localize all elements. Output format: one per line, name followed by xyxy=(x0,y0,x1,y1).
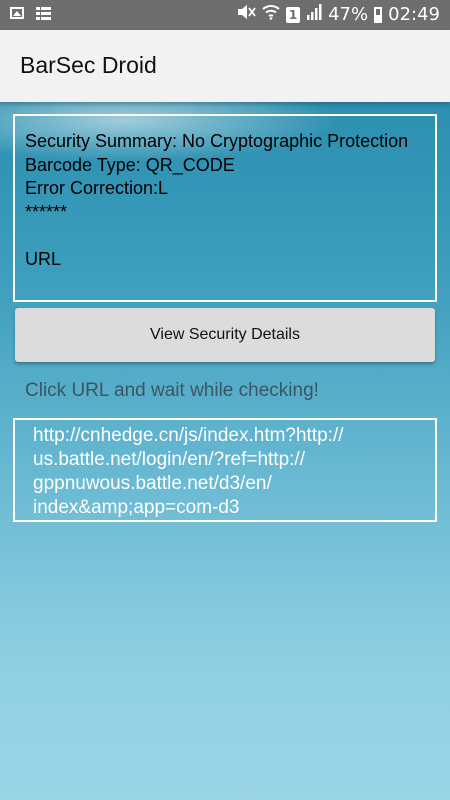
status-time: 02:49 xyxy=(388,4,440,25)
app-title: BarSec Droid xyxy=(20,52,157,78)
url-line: gppnuwous.battle.net/d3/en/ xyxy=(33,473,272,494)
wifi-icon xyxy=(262,4,280,25)
url-line: us.battle.net/login/en/?ref=http:// xyxy=(33,449,305,470)
security-summary-text: Security Summary: No Cryptographic Prote… xyxy=(25,131,409,151)
separator-text: ****** xyxy=(25,201,68,222)
url-line: index&amp;app=com-d3 xyxy=(33,497,240,518)
view-security-details-button[interactable]: View Security Details xyxy=(15,308,435,362)
barcode-type-text: Barcode Type: QR_CODE xyxy=(25,154,235,175)
grid-menu-icon xyxy=(36,7,51,21)
hint-text: Click URL and wait while checking! xyxy=(25,380,319,401)
battery-percent: 47% xyxy=(328,4,369,25)
error-correction-text: Error Correction:L xyxy=(25,178,169,198)
main-content: Security Summary: No Cryptographic Prote… xyxy=(0,102,450,800)
app-bar: BarSec Droid xyxy=(0,30,450,102)
url-line: http://cnhedge.cn/js/index.htm?http:// xyxy=(33,425,344,446)
status-bar: 1 47% 02:49 xyxy=(0,0,450,30)
sim-badge: 1 xyxy=(286,6,301,23)
signal-icon xyxy=(306,4,322,25)
status-left-icons xyxy=(10,7,51,21)
content-type-text: URL xyxy=(25,248,62,269)
mute-icon xyxy=(236,4,256,25)
image-icon xyxy=(10,7,24,19)
status-right-icons: 1 47% 02:49 xyxy=(236,4,440,25)
url-link[interactable]: http://cnhedge.cn/js/index.htm?http:// u… xyxy=(13,418,437,522)
battery-icon xyxy=(374,6,383,23)
barcode-summary-box: Security Summary: No Cryptographic Prote… xyxy=(13,114,437,302)
